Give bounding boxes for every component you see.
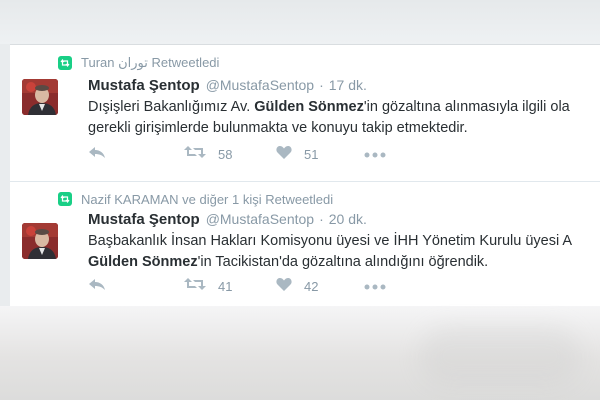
tweet-line: Gülden Sönmez'in Tacikistan'da gözaltına… xyxy=(88,254,489,270)
tweet-line: Dışişleri Bakanlığımız Av. Gülden Sönmez… xyxy=(88,99,570,115)
retweet-icon xyxy=(58,192,72,206)
retweet-count: 41 xyxy=(218,279,233,294)
like-count: 42 xyxy=(304,279,319,294)
retweet-icon xyxy=(184,277,206,296)
tweet-text: Başbakanlık İnsan Hakları Komisyonu üyes… xyxy=(88,231,600,273)
like-button[interactable]: 51 xyxy=(276,145,318,164)
retweet-button[interactable]: 58 xyxy=(184,145,232,164)
timestamp[interactable]: 17 dk. xyxy=(329,77,367,93)
author-handle[interactable]: @MustafaSentop xyxy=(206,211,314,227)
reply-button[interactable] xyxy=(88,145,106,164)
tweet[interactable]: Nazif KARAMAN ve diğer 1 kişi Retweetled… xyxy=(10,181,600,307)
tweet-text: Dışişleri Bakanlığımız Av. Gülden Sönmez… xyxy=(88,97,600,139)
more-dots-icon xyxy=(364,277,386,295)
retweet-button[interactable]: 41 xyxy=(184,277,232,296)
more-button[interactable] xyxy=(364,145,386,163)
tweet-line: Başbakanlık İnsan Hakları Komisyonu üyes… xyxy=(88,233,573,249)
retweet-count: 58 xyxy=(218,147,233,162)
reply-icon xyxy=(88,145,106,164)
more-button[interactable] xyxy=(364,277,386,295)
tweet-header: Mustafa Şentop @MustafaSentop · 17 dk. xyxy=(88,77,367,94)
mention-bold: Gülden Sönmez xyxy=(88,254,198,270)
tweet-header: Mustafa Şentop @MustafaSentop · 20 dk. xyxy=(88,211,367,228)
separator: · xyxy=(319,211,324,227)
retweet-icon xyxy=(184,145,206,164)
more-dots-icon xyxy=(364,145,386,163)
avatar[interactable] xyxy=(22,223,58,259)
like-button[interactable]: 42 xyxy=(276,277,318,296)
tweet[interactable]: Turan توران Retweetledi Mustafa Şentop @… xyxy=(10,45,600,182)
retweeted-by-text[interactable]: Turan توران Retweetledi xyxy=(81,55,219,71)
heart-icon xyxy=(276,145,292,164)
reply-icon xyxy=(88,277,106,296)
author-name[interactable]: Mustafa Şentop xyxy=(88,211,200,228)
retweet-context: Nazif KARAMAN ve diğer 1 kişi Retweetled… xyxy=(58,191,333,207)
reply-button[interactable] xyxy=(88,277,106,296)
retweeted-by-text[interactable]: Nazif KARAMAN ve diğer 1 kişi Retweetled… xyxy=(81,192,333,207)
separator: · xyxy=(319,77,324,93)
retweet-context: Turan توران Retweetledi xyxy=(58,55,219,71)
like-count: 51 xyxy=(304,147,319,162)
retweet-icon xyxy=(58,56,72,70)
tweet-line: gerekli girişimlerde bulunmakta ve konuy… xyxy=(88,120,468,136)
avatar[interactable] xyxy=(22,79,58,115)
mention-bold: Gülden Sönmez xyxy=(254,99,364,115)
heart-icon xyxy=(276,277,292,296)
timestamp[interactable]: 20 dk. xyxy=(329,211,367,227)
timeline: Turan توران Retweetledi Mustafa Şentop @… xyxy=(10,44,600,307)
top-band xyxy=(0,0,600,44)
author-handle[interactable]: @MustafaSentop xyxy=(206,77,314,93)
page: Turan توران Retweetledi Mustafa Şentop @… xyxy=(0,0,600,400)
author-name[interactable]: Mustafa Şentop xyxy=(88,77,200,94)
blurred-background xyxy=(0,306,600,400)
